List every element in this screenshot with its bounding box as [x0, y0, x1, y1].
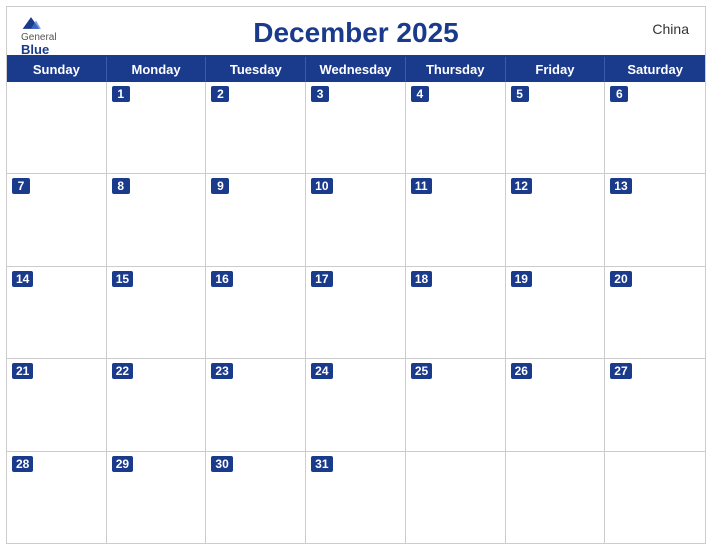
calendar-cell-8: 8: [107, 174, 207, 265]
day-headers: SundayMondayTuesdayWednesdayThursdayFrid…: [7, 57, 705, 82]
day-number: 10: [311, 178, 332, 194]
calendar-cell-18: 18: [406, 267, 506, 358]
day-number: 15: [112, 271, 133, 287]
calendar-cell-24: 24: [306, 359, 406, 450]
day-number: 1: [112, 86, 130, 102]
calendar-cell-1: 1: [107, 82, 207, 173]
calendar-cell-21: 21: [7, 359, 107, 450]
calendar-row-0: 1 2 3 4 5 6: [7, 82, 705, 174]
day-number: 30: [211, 456, 232, 472]
calendar-cell-14: 14: [7, 267, 107, 358]
day-number: 23: [211, 363, 232, 379]
calendar-cell-10: 10: [306, 174, 406, 265]
country-label: China: [652, 21, 689, 37]
day-number: 9: [211, 178, 229, 194]
calendar-header: General Blue December 2025 China: [7, 7, 705, 55]
calendar-cell-7: 7: [7, 174, 107, 265]
day-number: 14: [12, 271, 33, 287]
logo: General Blue: [21, 15, 57, 57]
calendar-cell-4: 4: [406, 82, 506, 173]
day-number: 25: [411, 363, 432, 379]
day-header-saturday: Saturday: [605, 57, 705, 82]
calendar-cell-empty: [605, 452, 705, 543]
day-number: 20: [610, 271, 631, 287]
calendar-cell-16: 16: [206, 267, 306, 358]
day-number: 13: [610, 178, 631, 194]
calendar-cell-12: 12: [506, 174, 606, 265]
day-number: 18: [411, 271, 432, 287]
calendar-cell-19: 19: [506, 267, 606, 358]
day-number: 22: [112, 363, 133, 379]
day-header-friday: Friday: [506, 57, 606, 82]
calendar-cell-11: 11: [406, 174, 506, 265]
calendar-cell-17: 17: [306, 267, 406, 358]
day-number: 5: [511, 86, 529, 102]
calendar-cell-15: 15: [107, 267, 207, 358]
day-number: 16: [211, 271, 232, 287]
calendar-row-4: 28 29 30 31: [7, 452, 705, 543]
day-number: 24: [311, 363, 332, 379]
calendar-cell-29: 29: [107, 452, 207, 543]
calendar-cell-6: 6: [605, 82, 705, 173]
day-number: 12: [511, 178, 532, 194]
calendar-cell-empty: [406, 452, 506, 543]
day-number: 3: [311, 86, 329, 102]
calendar-cell-25: 25: [406, 359, 506, 450]
calendar-cell-empty: [7, 82, 107, 173]
calendar-cell-31: 31: [306, 452, 406, 543]
day-number: 17: [311, 271, 332, 287]
calendar-cell-2: 2: [206, 82, 306, 173]
day-number: 4: [411, 86, 429, 102]
calendar-cell-3: 3: [306, 82, 406, 173]
day-number: 28: [12, 456, 33, 472]
calendar-rows: 1234567891011121314151617181920212223242…: [7, 82, 705, 543]
calendar-cell-23: 23: [206, 359, 306, 450]
calendar-title: December 2025: [253, 17, 458, 49]
day-number: 27: [610, 363, 631, 379]
day-number: 11: [411, 178, 432, 194]
day-header-wednesday: Wednesday: [306, 57, 406, 82]
day-number: 7: [12, 178, 30, 194]
day-number: 2: [211, 86, 229, 102]
day-number: 31: [311, 456, 332, 472]
day-number: 19: [511, 271, 532, 287]
calendar-cell-30: 30: [206, 452, 306, 543]
day-number: 26: [511, 363, 532, 379]
calendar-cell-26: 26: [506, 359, 606, 450]
calendar-cell-28: 28: [7, 452, 107, 543]
calendar-grid: SundayMondayTuesdayWednesdayThursdayFrid…: [7, 55, 705, 543]
calendar-cell-27: 27: [605, 359, 705, 450]
day-header-monday: Monday: [107, 57, 207, 82]
calendar-row-1: 7 8 9 10 11 12 13: [7, 174, 705, 266]
calendar-cell-5: 5: [506, 82, 606, 173]
day-header-tuesday: Tuesday: [206, 57, 306, 82]
day-number: 6: [610, 86, 628, 102]
day-number: 29: [112, 456, 133, 472]
day-number: 21: [12, 363, 33, 379]
calendar-cell-9: 9: [206, 174, 306, 265]
day-number: 8: [112, 178, 130, 194]
calendar-cell-20: 20: [605, 267, 705, 358]
calendar-cell-empty: [506, 452, 606, 543]
day-header-thursday: Thursday: [406, 57, 506, 82]
logo-blue-text: Blue: [21, 43, 57, 57]
logo-icon: [21, 15, 41, 31]
day-header-sunday: Sunday: [7, 57, 107, 82]
calendar: General Blue December 2025 China SundayM…: [6, 6, 706, 544]
calendar-cell-22: 22: [107, 359, 207, 450]
calendar-row-2: 14 15 16 17 18 19 20: [7, 267, 705, 359]
calendar-row-3: 21 22 23 24 25 26 27: [7, 359, 705, 451]
calendar-cell-13: 13: [605, 174, 705, 265]
